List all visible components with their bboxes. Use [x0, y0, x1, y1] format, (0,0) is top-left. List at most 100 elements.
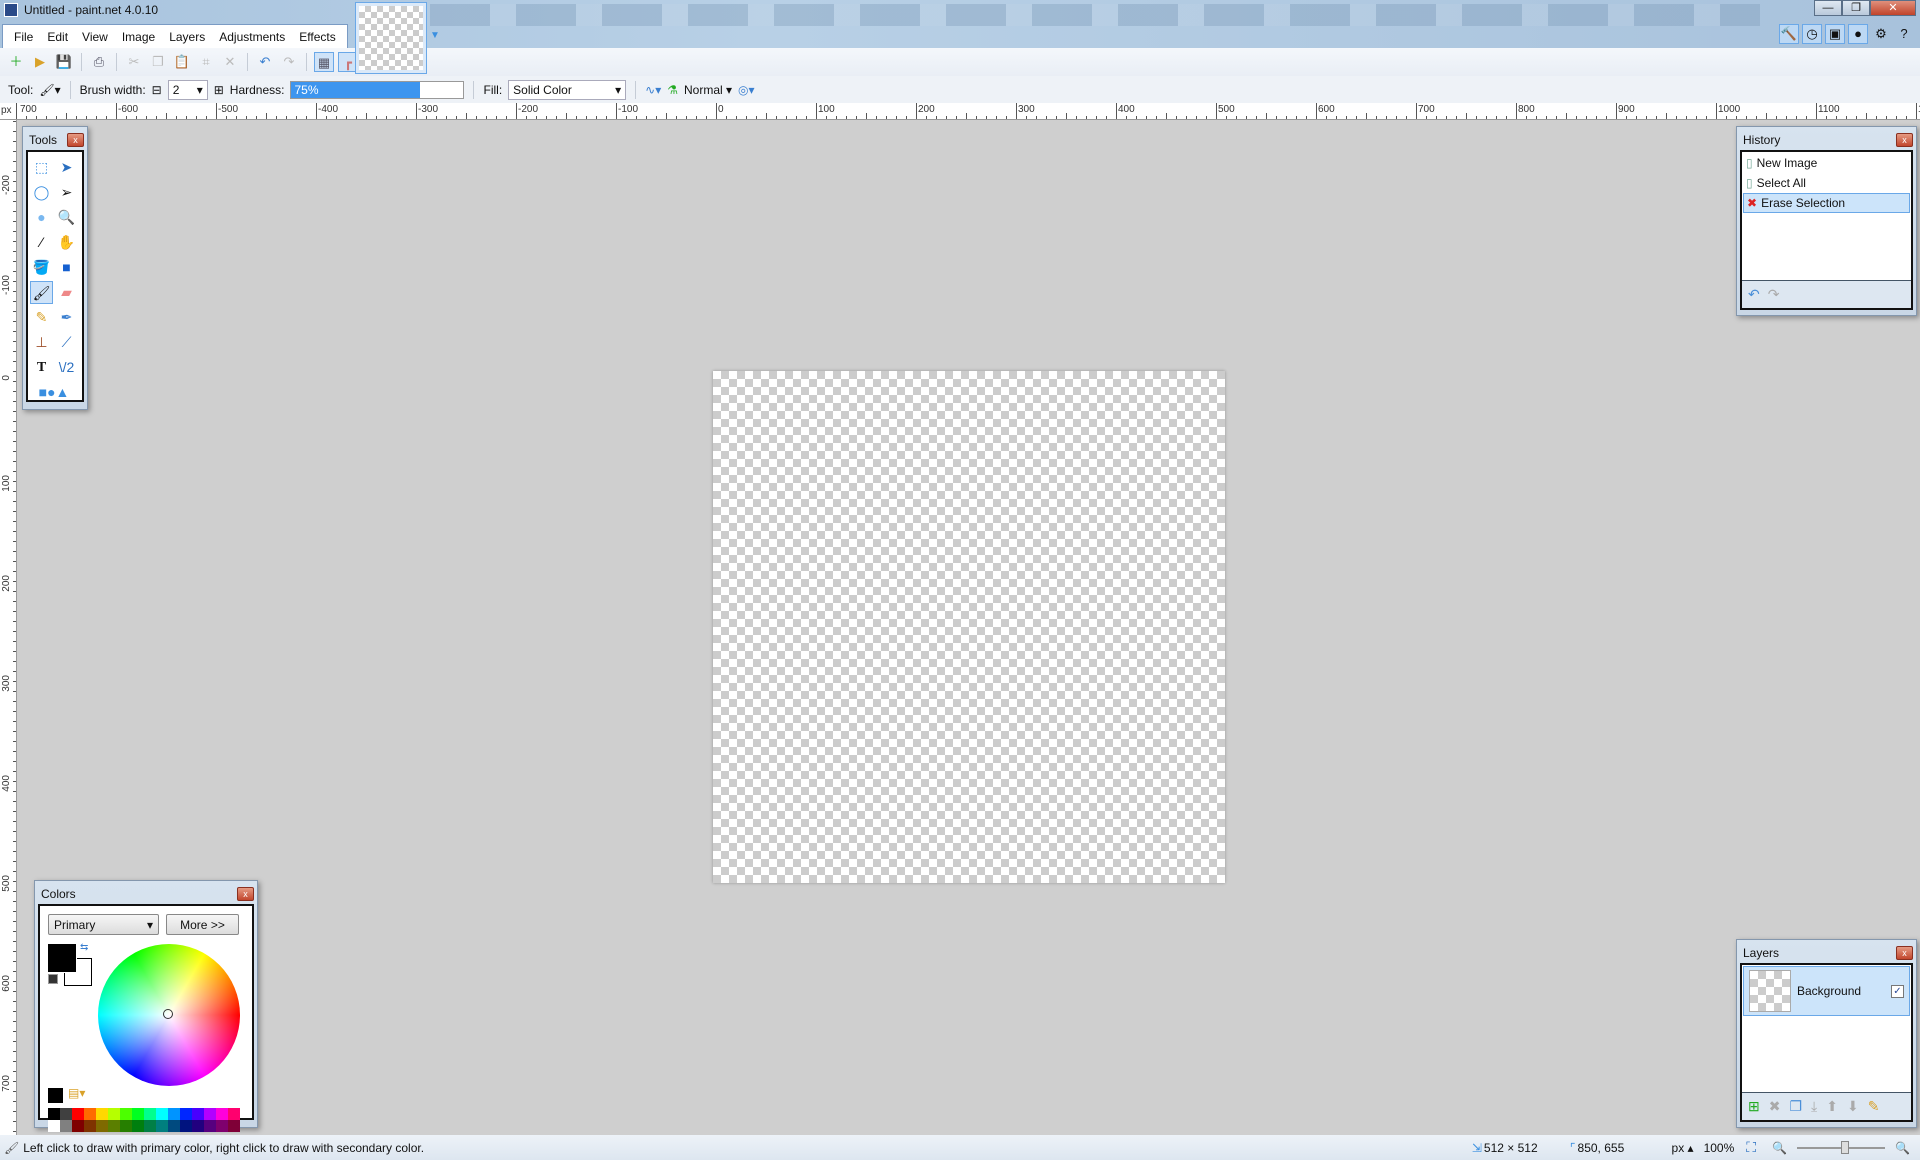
palette-swatch[interactable]: [192, 1108, 204, 1120]
duplicate-layer-icon[interactable]: ❐: [1789, 1098, 1802, 1115]
crop-icon[interactable]: ⌗: [196, 52, 216, 72]
layers-panel-close[interactable]: x: [1896, 946, 1913, 960]
undo-icon[interactable]: ↶: [255, 52, 275, 72]
image-thumbnail-tab[interactable]: [355, 2, 427, 74]
palette-swatch[interactable]: [216, 1120, 228, 1132]
palette-swatch[interactable]: [168, 1120, 180, 1132]
tools-panel-close[interactable]: x: [67, 133, 84, 147]
history-item[interactable]: ▯ New Image: [1743, 153, 1910, 173]
cut-icon[interactable]: ✂: [124, 52, 144, 72]
history-panel-close[interactable]: x: [1896, 133, 1913, 147]
palette-swatch[interactable]: [204, 1108, 216, 1120]
recolor-icon[interactable]: ⟋: [55, 331, 78, 354]
layer-properties-icon[interactable]: ✎: [1868, 1098, 1880, 1115]
settings-icon[interactable]: ⚙: [1871, 24, 1891, 44]
zoom-in-icon[interactable]: 🔍: [1895, 1141, 1910, 1155]
ellipse-select-icon[interactable]: ●: [30, 206, 53, 229]
pan-icon[interactable]: ✋: [55, 231, 78, 254]
brush-width-input[interactable]: 2 ▾: [167, 79, 208, 100]
palette-swatch[interactable]: [96, 1108, 108, 1120]
deselect-icon[interactable]: ✕: [220, 52, 240, 72]
pencil-icon[interactable]: ✎: [30, 306, 53, 329]
palette-swatch[interactable]: [120, 1120, 132, 1132]
image-list-dropdown-icon[interactable]: ▼: [430, 30, 440, 41]
palette-swatch[interactable]: [84, 1120, 96, 1132]
zoom-to-window-icon[interactable]: ⛶: [1746, 1139, 1756, 1156]
history-item[interactable]: ✖ Erase Selection: [1743, 193, 1910, 213]
pixel-grid-icon[interactable]: ▦: [314, 52, 334, 72]
menu-file[interactable]: File: [7, 25, 40, 48]
redo-icon[interactable]: ↷: [279, 52, 299, 72]
blend-mode-dropdown[interactable]: Normal ▾: [684, 83, 732, 97]
rectangle-select-icon[interactable]: ⬚: [30, 156, 53, 179]
copy-icon[interactable]: ❐: [148, 52, 168, 72]
line-curve-icon[interactable]: \/2: [55, 356, 78, 379]
layers-window-icon[interactable]: ▣: [1825, 24, 1845, 44]
restore-button[interactable]: ❐: [1842, 0, 1870, 16]
color-wheel-cursor[interactable]: [163, 1009, 173, 1019]
magic-wand-icon[interactable]: ⁄: [30, 231, 53, 254]
layer-visibility-checkbox[interactable]: ✓: [1891, 984, 1904, 998]
palette-swatch[interactable]: [228, 1108, 240, 1120]
selection-mode-icon[interactable]: ◎▾: [738, 83, 755, 97]
zoom-out-icon[interactable]: 🔍: [1772, 1141, 1787, 1155]
zoom-icon[interactable]: 🔍: [55, 206, 78, 229]
merge-layer-down-icon[interactable]: ⤓: [1811, 1098, 1817, 1115]
palette-swatch[interactable]: [228, 1120, 240, 1132]
increase-width-icon[interactable]: ⊞: [214, 83, 224, 97]
color-mode-dropdown[interactable]: Primary ▾: [48, 914, 159, 935]
palette-swatch[interactable]: [192, 1120, 204, 1132]
minimize-button[interactable]: —: [1814, 0, 1842, 16]
layer-item[interactable]: Background ✓: [1743, 966, 1910, 1016]
zoom-slider[interactable]: [1797, 1140, 1886, 1154]
palette-swatch[interactable]: [180, 1108, 192, 1120]
eraser-icon[interactable]: ▰: [55, 281, 78, 304]
delete-layer-icon[interactable]: ✖: [1769, 1098, 1781, 1115]
palette-swatch[interactable]: [48, 1120, 60, 1132]
move-selected-icon[interactable]: ➤: [55, 156, 78, 179]
palette-swatch[interactable]: [48, 1108, 60, 1120]
color-picker-icon[interactable]: ✒: [55, 306, 78, 329]
palette-swatch[interactable]: [60, 1108, 72, 1120]
palette-swatch[interactable]: [168, 1108, 180, 1120]
palette-swatch[interactable]: [72, 1120, 84, 1132]
open-icon[interactable]: ▶: [30, 52, 50, 72]
palette-swatch[interactable]: [216, 1108, 228, 1120]
redo-history-icon[interactable]: ↷: [1768, 286, 1780, 303]
palette-swatch[interactable]: [120, 1108, 132, 1120]
color-wheel[interactable]: [98, 944, 240, 1086]
new-icon[interactable]: ＋: [6, 52, 26, 72]
move-layer-up-icon[interactable]: ⬆: [1826, 1098, 1838, 1115]
menu-edit[interactable]: Edit: [40, 25, 75, 48]
paintbrush-tool-icon[interactable]: 🖌▾: [39, 83, 60, 97]
shapes-icon[interactable]: ■●▲: [31, 381, 77, 404]
move-layer-down-icon[interactable]: ⬇: [1847, 1098, 1859, 1115]
palette-swatch[interactable]: [144, 1120, 156, 1132]
swap-colors-icon[interactable]: ⇆: [80, 942, 88, 953]
paint-bucket-icon[interactable]: 🪣: [30, 256, 53, 279]
text-icon[interactable]: T: [30, 356, 53, 379]
menu-image[interactable]: Image: [115, 25, 162, 48]
palette-swatch[interactable]: [132, 1108, 144, 1120]
hardness-slider[interactable]: 75%: [290, 80, 465, 99]
move-selection-icon[interactable]: ➢: [55, 181, 78, 204]
palette-swatch[interactable]: [108, 1120, 120, 1132]
more-button[interactable]: More >>: [166, 914, 239, 935]
clone-stamp-icon[interactable]: ⊥: [30, 331, 53, 354]
tools-window-icon[interactable]: 🔨: [1779, 24, 1799, 44]
antialiasing-icon[interactable]: ∿▾: [645, 83, 661, 97]
history-window-icon[interactable]: ◷: [1802, 24, 1822, 44]
menu-view[interactable]: View: [75, 25, 115, 48]
lasso-select-icon[interactable]: ◯: [30, 181, 53, 204]
reset-colors-icon[interactable]: [48, 974, 58, 984]
colors-panel-close[interactable]: x: [237, 887, 254, 901]
add-to-palette-icon[interactable]: [48, 1088, 63, 1103]
fill-dropdown[interactable]: Solid Color ▾: [508, 79, 627, 100]
print-icon[interactable]: ⎙: [89, 52, 109, 72]
palette-swatch[interactable]: [60, 1120, 72, 1132]
history-item[interactable]: ▯ Select All: [1743, 173, 1910, 193]
unit-selector[interactable]: px ▴: [1672, 1141, 1694, 1155]
add-layer-icon[interactable]: ⊞: [1748, 1098, 1760, 1115]
undo-history-icon[interactable]: ↶: [1748, 286, 1760, 303]
save-icon[interactable]: 💾: [54, 52, 74, 72]
